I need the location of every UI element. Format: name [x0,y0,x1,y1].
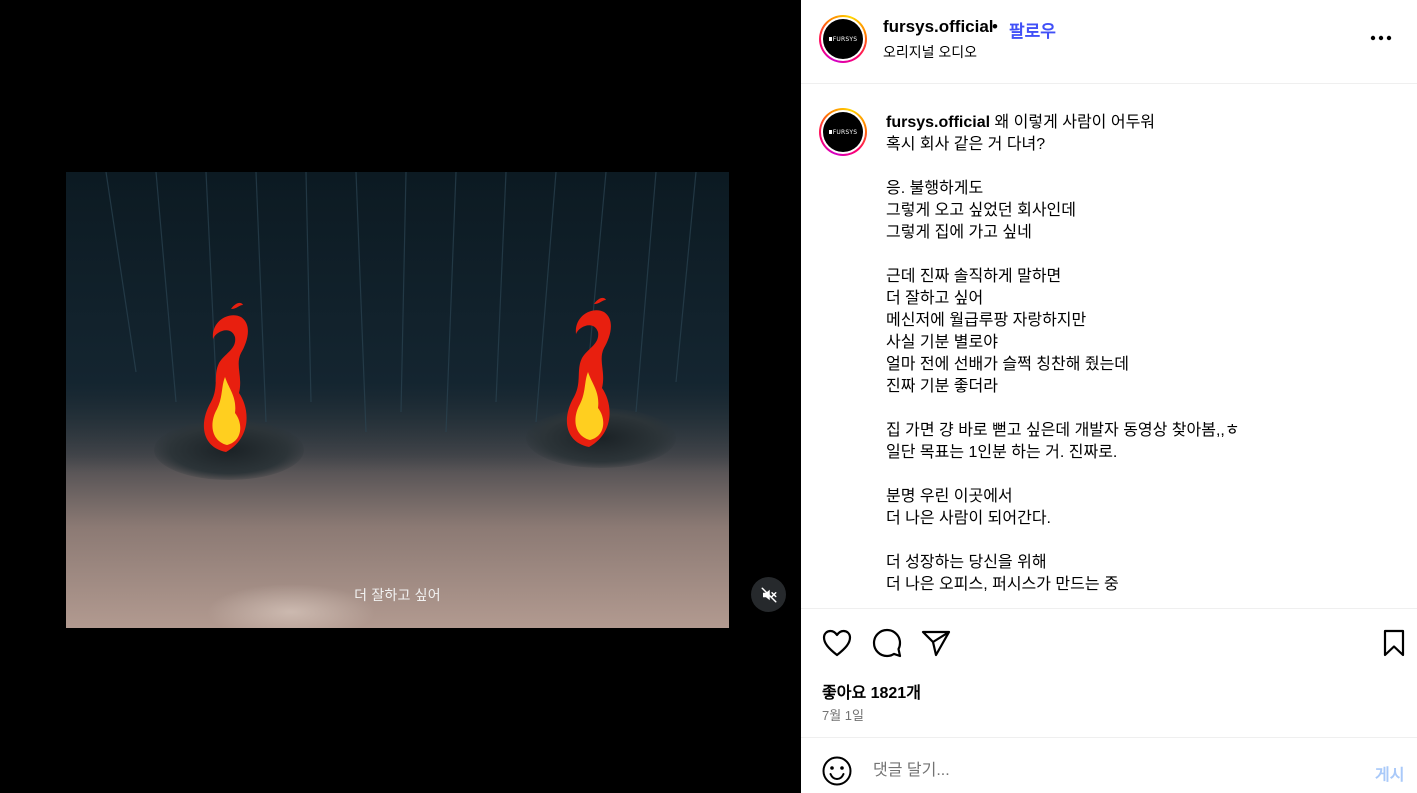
mute-button[interactable] [751,577,786,612]
emoji-icon[interactable] [821,755,853,787]
flame-icon [566,297,611,447]
save-button[interactable] [1378,627,1410,659]
flame-icon [203,302,248,452]
bookmark-icon [1383,629,1405,657]
post-actions: 좋아요 1821개 7월 1일 [801,608,1417,738]
brand-logo: FURSYS [823,19,863,59]
send-icon [921,630,951,657]
caption-area: FURSYS fursys.official 왜 이렇게 사람이 어두워 혹시 … [801,84,1417,608]
comment-input[interactable] [873,757,1343,785]
post-header: FURSYS fursys.official • 팔로우 오리지널 오디오 [801,0,1417,84]
avatar[interactable]: FURSYS [819,15,867,63]
follow-button[interactable]: 팔로우 [1009,17,1056,42]
comment-icon [872,628,902,658]
likes-count[interactable]: 좋아요 1821개 [822,679,921,703]
brand-logo: FURSYS [823,112,863,152]
post-date[interactable]: 7월 1일 [822,705,864,724]
separator-dot: • [992,17,998,36]
video-player[interactable]: 더 잘하고 싶어 [66,172,729,628]
more-icon [1370,35,1392,41]
more-options-button[interactable] [1368,27,1394,49]
comment-button[interactable] [871,627,903,659]
heart-icon [822,629,852,657]
caption-username[interactable]: fursys.official [886,114,990,131]
like-button[interactable] [821,627,853,659]
caption-text: fursys.official 왜 이렇게 사람이 어두워 혹시 회사 같은 거… [886,112,1396,596]
comment-bar: 게시 [801,739,1417,793]
caption-body: 왜 이렇게 사람이 어두워 혹시 회사 같은 거 다녀? 응. 불행하게도 그렇… [886,114,1240,593]
avatar[interactable]: FURSYS [819,108,867,156]
speaker-muted-icon [761,587,776,602]
video-subtitle: 더 잘하고 싶어 [354,587,441,603]
share-button[interactable] [920,627,952,659]
header-username[interactable]: fursys.official [883,17,994,37]
audio-label[interactable]: 오리지널 오디오 [883,42,977,62]
post-comment-button[interactable]: 게시 [1375,761,1404,785]
post-side-panel: FURSYS fursys.official • 팔로우 오리지널 오디오 FU… [801,0,1417,793]
media-pane: 더 잘하고 싶어 [0,0,801,793]
